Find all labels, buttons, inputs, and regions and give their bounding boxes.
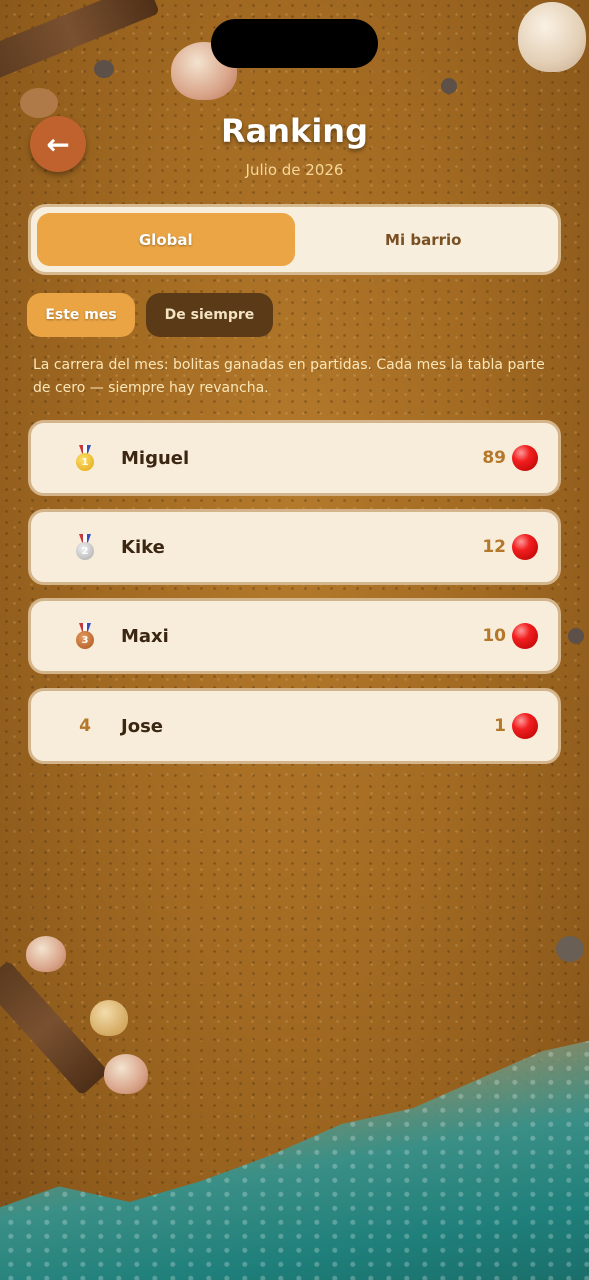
rank-cell: 3	[59, 623, 111, 649]
player-name: Maxi	[121, 625, 169, 647]
pebble-decoration	[568, 628, 584, 644]
player-name: Kike	[121, 536, 165, 558]
rank-cell: 1	[59, 445, 111, 471]
bronze-medal-icon: 3	[76, 623, 94, 649]
camera-notch	[211, 19, 378, 68]
pebble-decoration	[556, 936, 584, 962]
player-name: Miguel	[121, 447, 190, 469]
rank-cell: 2	[59, 534, 111, 560]
red-marble-icon	[512, 623, 538, 649]
red-marble-icon	[512, 534, 538, 560]
pebble-decoration	[94, 60, 114, 78]
seashell-decoration	[26, 936, 66, 972]
ranking-row[interactable]: 2 Kike 12	[28, 509, 561, 585]
rank-number: 4	[79, 716, 91, 736]
player-score: 89	[482, 448, 506, 468]
seashell-decoration	[104, 1054, 148, 1094]
silver-medal-icon: 2	[76, 534, 94, 560]
seashell-decoration	[90, 1000, 128, 1036]
ranking-row[interactable]: 1 Miguel 89	[28, 420, 561, 496]
red-marble-icon	[512, 713, 538, 739]
ranking-row[interactable]: 3 Maxi 10	[28, 598, 561, 674]
filter-de-siempre[interactable]: De siempre	[146, 293, 273, 337]
rank-cell: 4	[59, 716, 111, 736]
seashell-decoration	[518, 2, 586, 72]
player-score: 10	[482, 626, 506, 646]
page-title: Ranking	[221, 112, 368, 150]
gold-medal-icon: 1	[76, 445, 94, 471]
player-score: 12	[482, 537, 506, 557]
pebble-decoration	[441, 78, 457, 94]
red-marble-icon	[512, 445, 538, 471]
tab-global[interactable]: Global	[37, 213, 295, 266]
tab-mi-barrio[interactable]: Mi barrio	[295, 213, 553, 266]
filter-este-mes[interactable]: Este mes	[27, 293, 135, 337]
ranking-description: La carrera del mes: bolitas ganadas en p…	[33, 357, 545, 396]
ranking-row[interactable]: 4 Jose 1	[28, 688, 561, 764]
scope-tabs: Global Mi barrio	[28, 204, 561, 275]
player-score: 1	[494, 716, 506, 736]
player-name: Jose	[121, 715, 163, 737]
page-subtitle: Julio de 2026	[245, 161, 344, 179]
